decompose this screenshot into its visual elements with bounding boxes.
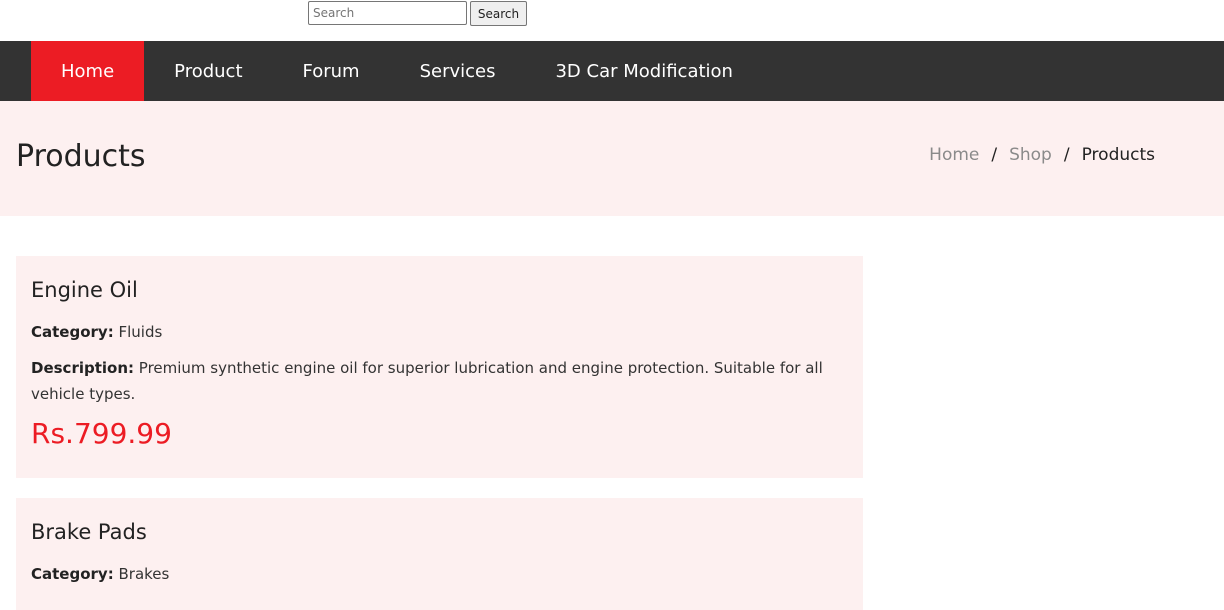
- page-title: Products: [16, 139, 146, 174]
- breadcrumb: Home / Shop / Products: [929, 145, 1155, 165]
- product-category: Category: Fluids: [31, 319, 848, 345]
- nav-item-3d-car-modification[interactable]: 3D Car Modification: [525, 41, 762, 101]
- breadcrumb-shop[interactable]: Shop: [1009, 145, 1052, 165]
- nav-item-forum[interactable]: Forum: [273, 41, 390, 101]
- product-name: Engine Oil: [31, 278, 138, 302]
- category-value: Fluids: [118, 323, 163, 341]
- product-card: Engine Oil Category: Fluids Description:…: [16, 256, 863, 478]
- description-value: Premium synthetic engine oil for superio…: [31, 359, 823, 403]
- search-input[interactable]: [308, 1, 467, 25]
- product-name: Brake Pads: [31, 520, 147, 544]
- main-navbar: Home Product Forum Services 3D Car Modif…: [0, 41, 1224, 101]
- search-button[interactable]: Search: [470, 1, 527, 26]
- breadcrumb-current: Products: [1081, 145, 1155, 165]
- product-description: Description: Premium synthetic engine oi…: [31, 355, 848, 407]
- product-price: Rs.799.99: [31, 417, 172, 450]
- category-label: Category:: [31, 323, 114, 341]
- breadcrumb-separator: /: [991, 145, 998, 165]
- product-category: Category: Brakes: [31, 561, 848, 587]
- nav-item-product[interactable]: Product: [144, 41, 272, 101]
- top-search-bar: Search: [0, 0, 1224, 41]
- product-list: Engine Oil Category: Fluids Description:…: [0, 216, 1224, 610]
- nav-item-home[interactable]: Home: [31, 41, 145, 101]
- page-header: Products Home / Shop / Products: [0, 101, 1224, 216]
- breadcrumb-home[interactable]: Home: [929, 145, 979, 165]
- category-value: Brakes: [118, 565, 170, 583]
- breadcrumb-separator: /: [1063, 145, 1070, 165]
- category-label: Category:: [31, 565, 114, 583]
- product-card: Brake Pads Category: Brakes: [16, 498, 863, 610]
- nav-item-services[interactable]: Services: [390, 41, 526, 101]
- description-label: Description:: [31, 359, 135, 377]
